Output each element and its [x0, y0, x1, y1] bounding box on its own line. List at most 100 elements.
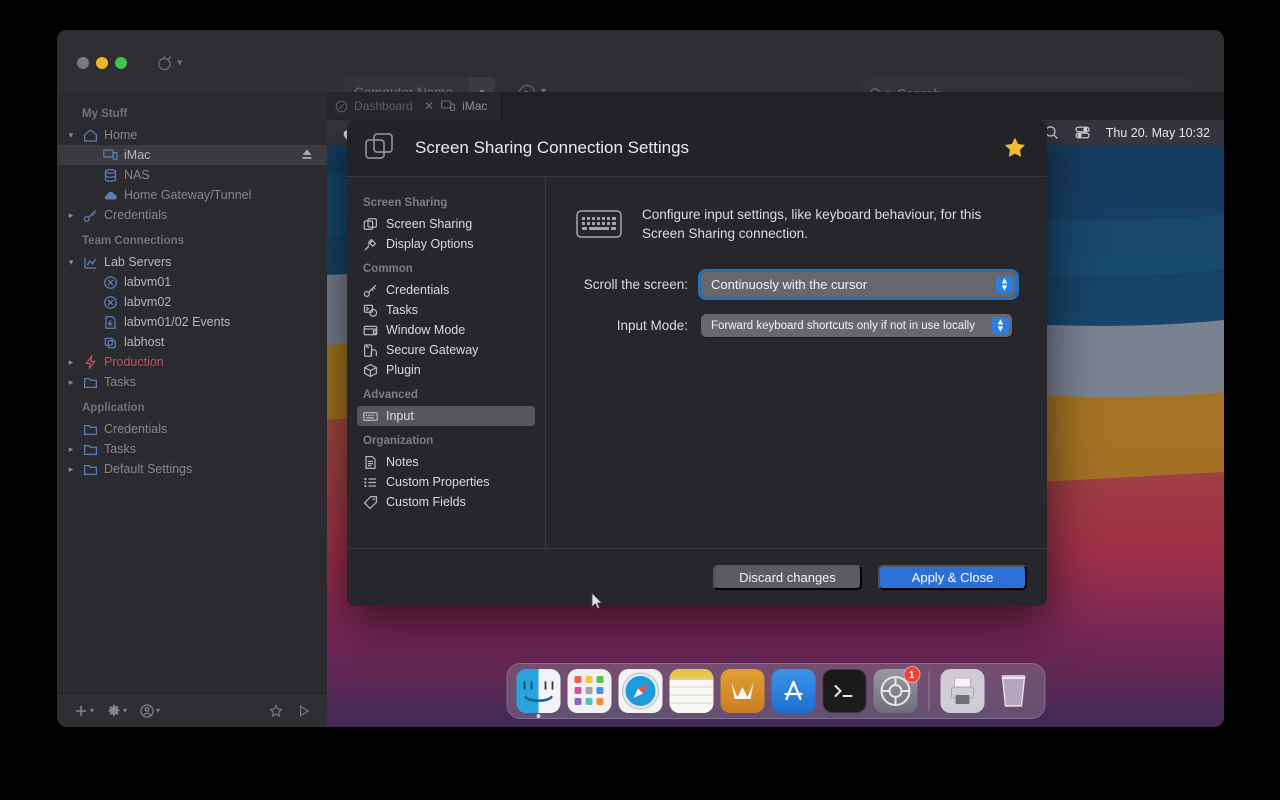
dock-item-terminal[interactable]	[822, 669, 866, 713]
sidebar-item-label: labvm01/02 Events	[124, 315, 230, 329]
dialog-nav-item-custom-fields[interactable]: Custom Fields	[357, 492, 535, 512]
dashboard-icon	[335, 100, 348, 113]
dialog-nav[interactable]: Screen SharingScreen SharingDisplay Opti…	[347, 177, 546, 548]
chevron-right-icon[interactable]: ▸	[65, 210, 77, 221]
chevron-right-icon[interactable]: ▸	[65, 357, 77, 368]
dialog-title: Screen Sharing Connection Settings	[415, 138, 689, 158]
keyboard-icon	[363, 409, 378, 424]
chevron-right-icon[interactable]: ▸	[65, 444, 77, 455]
dialog-body: Screen SharingScreen SharingDisplay Opti…	[347, 177, 1047, 548]
tab-dashboard[interactable]: Dashboard	[327, 92, 426, 120]
menubar-clock[interactable]: Thu 20. May 10:32	[1106, 126, 1210, 140]
sidebar-item-imac[interactable]: iMac	[57, 145, 327, 165]
stepper-icon[interactable]: ▲▼	[996, 276, 1013, 293]
dock-separator	[928, 671, 929, 711]
star-icon[interactable]	[1003, 136, 1027, 160]
database-icon	[103, 168, 118, 183]
sidebar-item-labhost[interactable]: labhost	[57, 332, 327, 352]
screen-icon	[441, 100, 455, 112]
stepper-icon[interactable]: ▲▼	[992, 317, 1009, 334]
sidebar-item-lab-servers[interactable]: ▾Lab Servers	[57, 252, 327, 272]
sidebar-item-label: labhost	[124, 335, 164, 349]
tab-close-icon[interactable]: ✕	[424, 99, 434, 113]
dock-item-printer[interactable]	[940, 669, 984, 713]
sidebar-item-tasks[interactable]: ▸Tasks	[57, 439, 327, 459]
dialog-nav-item-tasks[interactable]: Tasks	[357, 300, 535, 320]
sidebar-item-home[interactable]: ▾ Home	[57, 125, 327, 145]
sidebar-item-labvm01-02-events[interactable]: labvm01/02 Events	[57, 312, 327, 332]
dock-item-launchpad[interactable]	[567, 669, 611, 713]
sidebar-group-title: Application	[57, 392, 327, 419]
bolt-icon	[83, 355, 98, 370]
chevron-right-icon[interactable]: ▸	[65, 464, 77, 475]
dialog-nav-item-input[interactable]: Input	[357, 406, 535, 426]
sidebar-item-label: labvm02	[124, 295, 171, 309]
sidebar-item-production[interactable]: ▸ Production	[57, 352, 327, 372]
sidebar-item-label: Home	[104, 128, 137, 142]
sidebar-item-nas[interactable]: NAS	[57, 165, 327, 185]
window-minimize-button[interactable]	[96, 57, 108, 69]
chevron-right-icon[interactable]: ▸	[65, 377, 77, 388]
dock-item-trash[interactable]	[991, 669, 1035, 713]
target-icon[interactable]	[156, 55, 173, 72]
chevron-down-icon[interactable]: ▾	[177, 56, 183, 69]
window-zoom-button[interactable]	[115, 57, 127, 69]
vm-icon	[103, 295, 118, 310]
dialog-nav-item-display-options[interactable]: Display Options	[357, 234, 535, 254]
control-center-icon[interactable]	[1075, 125, 1090, 140]
settings-button[interactable]: ▾	[102, 704, 132, 718]
eject-icon[interactable]	[301, 148, 313, 161]
dialog-nav-item-notes[interactable]: Notes	[357, 452, 535, 472]
keynote-icon	[720, 669, 764, 713]
input-mode-select[interactable]: Forward keyboard shortcuts only if not i…	[701, 314, 1012, 337]
mouse-cursor	[591, 592, 603, 610]
sidebar-item-credentials[interactable]: Credentials	[57, 419, 327, 439]
chevron-down-icon: ▾	[90, 706, 94, 715]
dialog-nav-item-credentials[interactable]: Credentials	[357, 280, 535, 300]
apply-and-close-button[interactable]: Apply & Close	[878, 565, 1027, 590]
group-icon	[83, 255, 98, 270]
dock-item-keynote[interactable]	[720, 669, 764, 713]
sidebar-item-tasks[interactable]: ▸Tasks	[57, 372, 327, 392]
play-triangle-icon[interactable]	[297, 704, 311, 718]
dock-item-system-preferences[interactable]: 1	[873, 669, 917, 713]
dialog-nav-group-title: Common	[347, 254, 545, 280]
notification-badge: 1	[903, 666, 920, 683]
dialog-nav-item-plugin[interactable]: Plugin	[357, 360, 535, 380]
screen-sharing-icon	[364, 131, 398, 165]
dialog-nav-item-custom-properties[interactable]: Custom Properties	[357, 472, 535, 492]
discard-changes-button[interactable]: Discard changes	[713, 565, 862, 590]
sidebar-item-label: Production	[104, 355, 164, 369]
remote-screen[interactable]: Finder File Edit View Go Window Help A	[327, 120, 1224, 727]
settings-dialog[interactable]: Screen Sharing Connection Settings Scree…	[347, 120, 1047, 606]
tab-imac[interactable]: ✕ iMac	[416, 92, 502, 120]
folder-icon	[83, 375, 98, 390]
sidebar-item-labvm02[interactable]: labvm02	[57, 292, 327, 312]
dock-item-app-store[interactable]	[771, 669, 815, 713]
tab-imac-label: iMac	[462, 99, 487, 113]
sidebar-item-home-gateway-tunnel[interactable]: Home Gateway/Tunnel	[57, 185, 327, 205]
dialog-nav-item-screen-sharing[interactable]: Screen Sharing	[357, 214, 535, 234]
dock-item-finder[interactable]	[516, 669, 560, 713]
dialog-nav-item-label: Tasks	[386, 303, 418, 317]
tag-icon	[363, 495, 378, 510]
chevron-down-icon[interactable]: ▾	[65, 257, 77, 268]
user-button[interactable]: ▾	[135, 704, 165, 718]
chevron-down-icon[interactable]: ▾	[65, 130, 77, 141]
scroll-the-screen-select[interactable]: Continuosly with the cursor ▲▼	[701, 272, 1016, 297]
screen-sharing-icon	[363, 217, 378, 232]
star-icon[interactable]	[269, 704, 283, 718]
dock-item-notes[interactable]	[669, 669, 713, 713]
dialog-nav-item-window-mode[interactable]: Window Mode	[357, 320, 535, 340]
vm-icon	[103, 275, 118, 290]
sidebar-item-labvm01[interactable]: labvm01	[57, 272, 327, 292]
dialog-nav-item-secure-gateway[interactable]: Secure Gateway	[357, 340, 535, 360]
macos-dock[interactable]: 1	[506, 663, 1045, 719]
dock-item-safari[interactable]	[618, 669, 662, 713]
sidebar-item-default-settings[interactable]: ▸Default Settings	[57, 459, 327, 479]
sidebar[interactable]: My Stuff▾HomeiMacNASHome Gateway/Tunnel▸…	[57, 92, 327, 693]
add-button[interactable]: ▾	[69, 704, 99, 718]
sidebar-item-credentials[interactable]: ▸Credentials	[57, 205, 327, 225]
window-close-button[interactable]	[77, 57, 89, 69]
sidebar-group-title: Team Connections	[57, 225, 327, 252]
